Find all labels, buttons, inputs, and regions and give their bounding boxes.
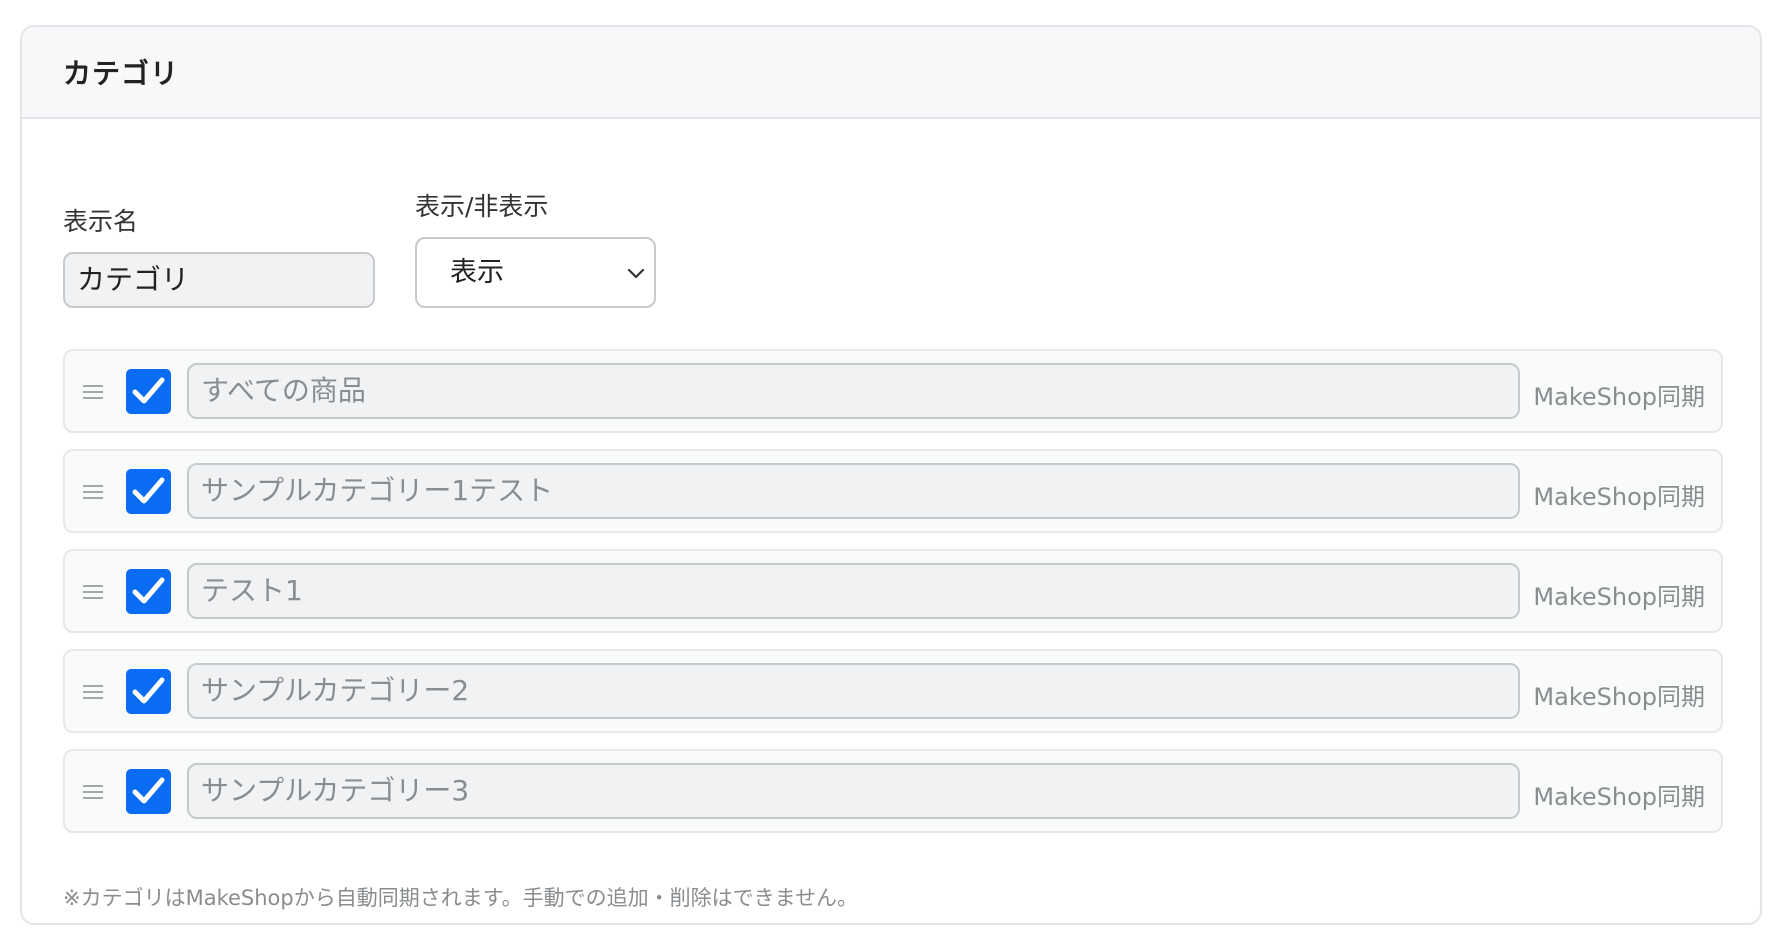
category-checkbox[interactable] <box>126 469 171 514</box>
visibility-label: 表示/非表示 <box>415 192 549 221</box>
drag-handle-icon[interactable] <box>82 381 104 403</box>
category-row: サンプルカテゴリー2 MakeShop同期 <box>63 649 1723 733</box>
display-name-input[interactable]: カテゴリ <box>63 252 375 308</box>
category-checkbox[interactable] <box>126 369 171 414</box>
category-name-input[interactable]: サンプルカテゴリー2 <box>187 663 1520 719</box>
drag-handle-icon[interactable] <box>82 481 104 503</box>
drag-handle-icon[interactable] <box>82 781 104 803</box>
drag-handle-icon[interactable] <box>82 681 104 703</box>
category-row: サンプルカテゴリー3 MakeShop同期 <box>63 749 1723 833</box>
category-checkbox[interactable] <box>126 769 171 814</box>
card-header: カテゴリ <box>22 27 1760 119</box>
visibility-selected-value: 表示 <box>450 257 504 288</box>
display-settings: 表示名 カテゴリ 表示/非表示 表示 <box>63 162 763 312</box>
category-checkbox[interactable] <box>126 669 171 714</box>
category-name-input[interactable]: サンプルカテゴリー3 <box>187 763 1520 819</box>
check-icon <box>132 677 165 704</box>
sync-label: MakeShop同期 <box>1533 383 1705 411</box>
sync-label: MakeShop同期 <box>1533 483 1705 511</box>
category-checkbox[interactable] <box>126 569 171 614</box>
category-row: テスト1 MakeShop同期 <box>63 549 1723 633</box>
category-row: サンプルカテゴリー1テスト MakeShop同期 <box>63 449 1723 533</box>
category-list: すべての商品 MakeShop同期 サンプルカテゴリー1テスト MakeShop… <box>63 349 1723 849</box>
sync-footnote: ※カテゴリはMakeShopから自動同期されます。手動での追加・削除はできません… <box>63 886 859 910</box>
check-icon <box>132 577 165 604</box>
sync-label: MakeShop同期 <box>1533 783 1705 811</box>
category-row: すべての商品 MakeShop同期 <box>63 349 1723 433</box>
sync-label: MakeShop同期 <box>1533 583 1705 611</box>
drag-handle-icon[interactable] <box>82 581 104 603</box>
card-title: カテゴリ <box>63 57 180 90</box>
category-name-input[interactable]: サンプルカテゴリー1テスト <box>187 463 1520 519</box>
visibility-select[interactable]: 表示 <box>415 237 656 308</box>
category-name-input[interactable]: テスト1 <box>187 563 1520 619</box>
category-name-input[interactable]: すべての商品 <box>187 363 1520 419</box>
check-icon <box>132 477 165 504</box>
category-card: カテゴリ 表示名 カテゴリ 表示/非表示 表示 すべての商品 MakeShop同… <box>20 25 1762 925</box>
sync-label: MakeShop同期 <box>1533 683 1705 711</box>
check-icon <box>132 377 165 404</box>
chevron-down-icon <box>627 268 645 279</box>
display-name-label: 表示名 <box>63 207 139 236</box>
check-icon <box>132 777 165 804</box>
